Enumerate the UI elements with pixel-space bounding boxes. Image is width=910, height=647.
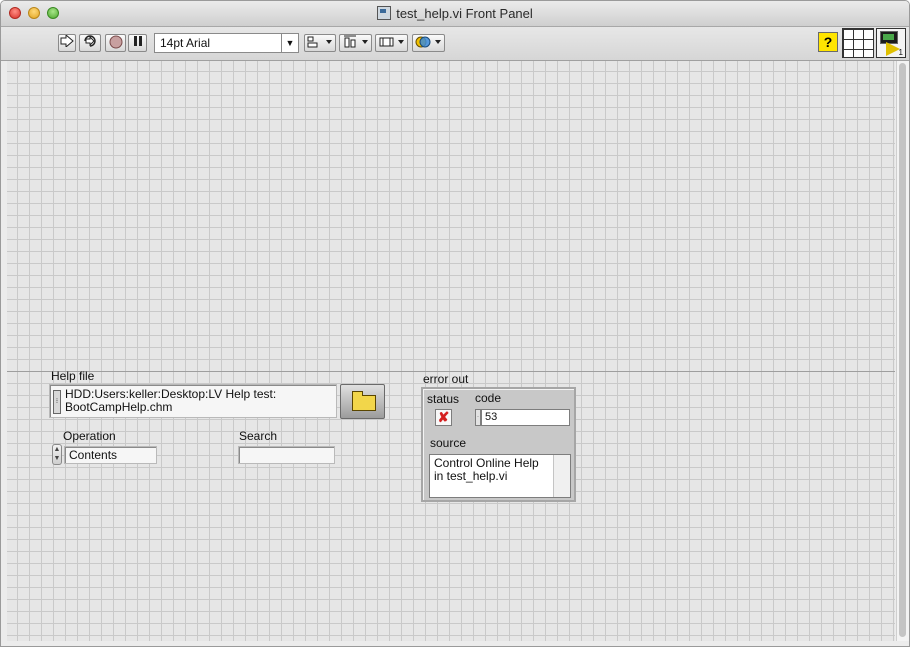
abort-button[interactable]: [105, 34, 126, 52]
browse-button[interactable]: [340, 384, 385, 419]
connector-pane[interactable]: [842, 28, 874, 58]
help-file-label: Help file: [51, 369, 95, 383]
font-setting-value: 14pt Arial: [160, 36, 211, 50]
window-title: test_help.vi Front Panel: [396, 6, 533, 21]
window-title-group: test_help.vi Front Panel: [1, 6, 909, 21]
operation-label: Operation: [63, 429, 116, 443]
folder-open-icon: [352, 391, 376, 411]
run-continuously-button[interactable]: [79, 34, 101, 52]
vi-document-icon: [377, 6, 392, 20]
run-button[interactable]: [58, 33, 76, 52]
context-help-button[interactable]: ?: [818, 32, 838, 52]
vi-icon[interactable]: 1: [876, 28, 906, 58]
vertical-scrollbar[interactable]: [896, 61, 909, 641]
source-line2: in test_help.vi: [434, 469, 508, 483]
front-panel-grid[interactable]: [7, 61, 895, 641]
chevron-down-icon: ▼: [281, 34, 298, 52]
reorder-icon: [415, 36, 441, 48]
status-indicator: ✘: [435, 409, 452, 426]
help-file-path-control[interactable]: ⁝ HDD:Users:keller:Desktop:LV Help test:…: [49, 384, 337, 418]
path-type-icon: ⁝: [53, 390, 61, 414]
run-continuously-icon: [84, 35, 96, 47]
operation-value: Contents: [69, 448, 118, 462]
scrollbar-thumb[interactable]: [899, 63, 906, 637]
source-label: source: [430, 436, 467, 450]
title-bar: test_help.vi Front Panel: [1, 1, 909, 27]
distribute-objects-icon: [343, 35, 368, 48]
status-label: status: [427, 392, 460, 406]
resize-objects-icon: [379, 37, 404, 47]
source-indicator: Control Online Help in test_help.vi: [429, 454, 571, 498]
reorder-button[interactable]: [412, 34, 445, 52]
error-x-icon: ✘: [437, 409, 450, 425]
pause-button[interactable]: [128, 34, 147, 52]
operation-increment-arrows[interactable]: ▲ ▼: [52, 444, 62, 465]
error-out-label: error out: [423, 372, 469, 386]
help-question-label: ?: [823, 34, 833, 50]
resize-objects-button[interactable]: [375, 34, 408, 52]
distribute-objects-button[interactable]: [339, 34, 372, 52]
vi-icon-number: 1: [898, 48, 903, 57]
help-file-path-line2: BootCampHelp.chm: [65, 400, 173, 414]
text-settings-dropdown[interactable]: 14pt Arial ▼: [154, 33, 299, 53]
source-text: Control Online Help in test_help.vi: [434, 457, 554, 483]
pause-icon: [133, 36, 142, 46]
code-indicator: 53: [481, 409, 570, 426]
search-input[interactable]: [238, 446, 335, 464]
toolbar: 14pt Arial ▼ ? 1: [1, 27, 909, 61]
vi-front-panel-window: test_help.vi Front Panel 14pt Arial ▼ ? …: [0, 0, 910, 647]
align-objects-icon: [307, 36, 332, 48]
code-label: code: [475, 391, 502, 405]
abort-stop-icon: [109, 35, 122, 49]
code-value: 53: [485, 411, 498, 423]
run-arrow-icon: [60, 33, 74, 49]
help-file-path-text: HDD:Users:keller:Desktop:LV Help test: B…: [65, 388, 325, 414]
operation-ring[interactable]: Contents: [64, 446, 157, 464]
search-label: Search: [239, 429, 278, 443]
align-objects-button[interactable]: [304, 34, 336, 52]
source-scrollbar[interactable]: [553, 455, 570, 497]
